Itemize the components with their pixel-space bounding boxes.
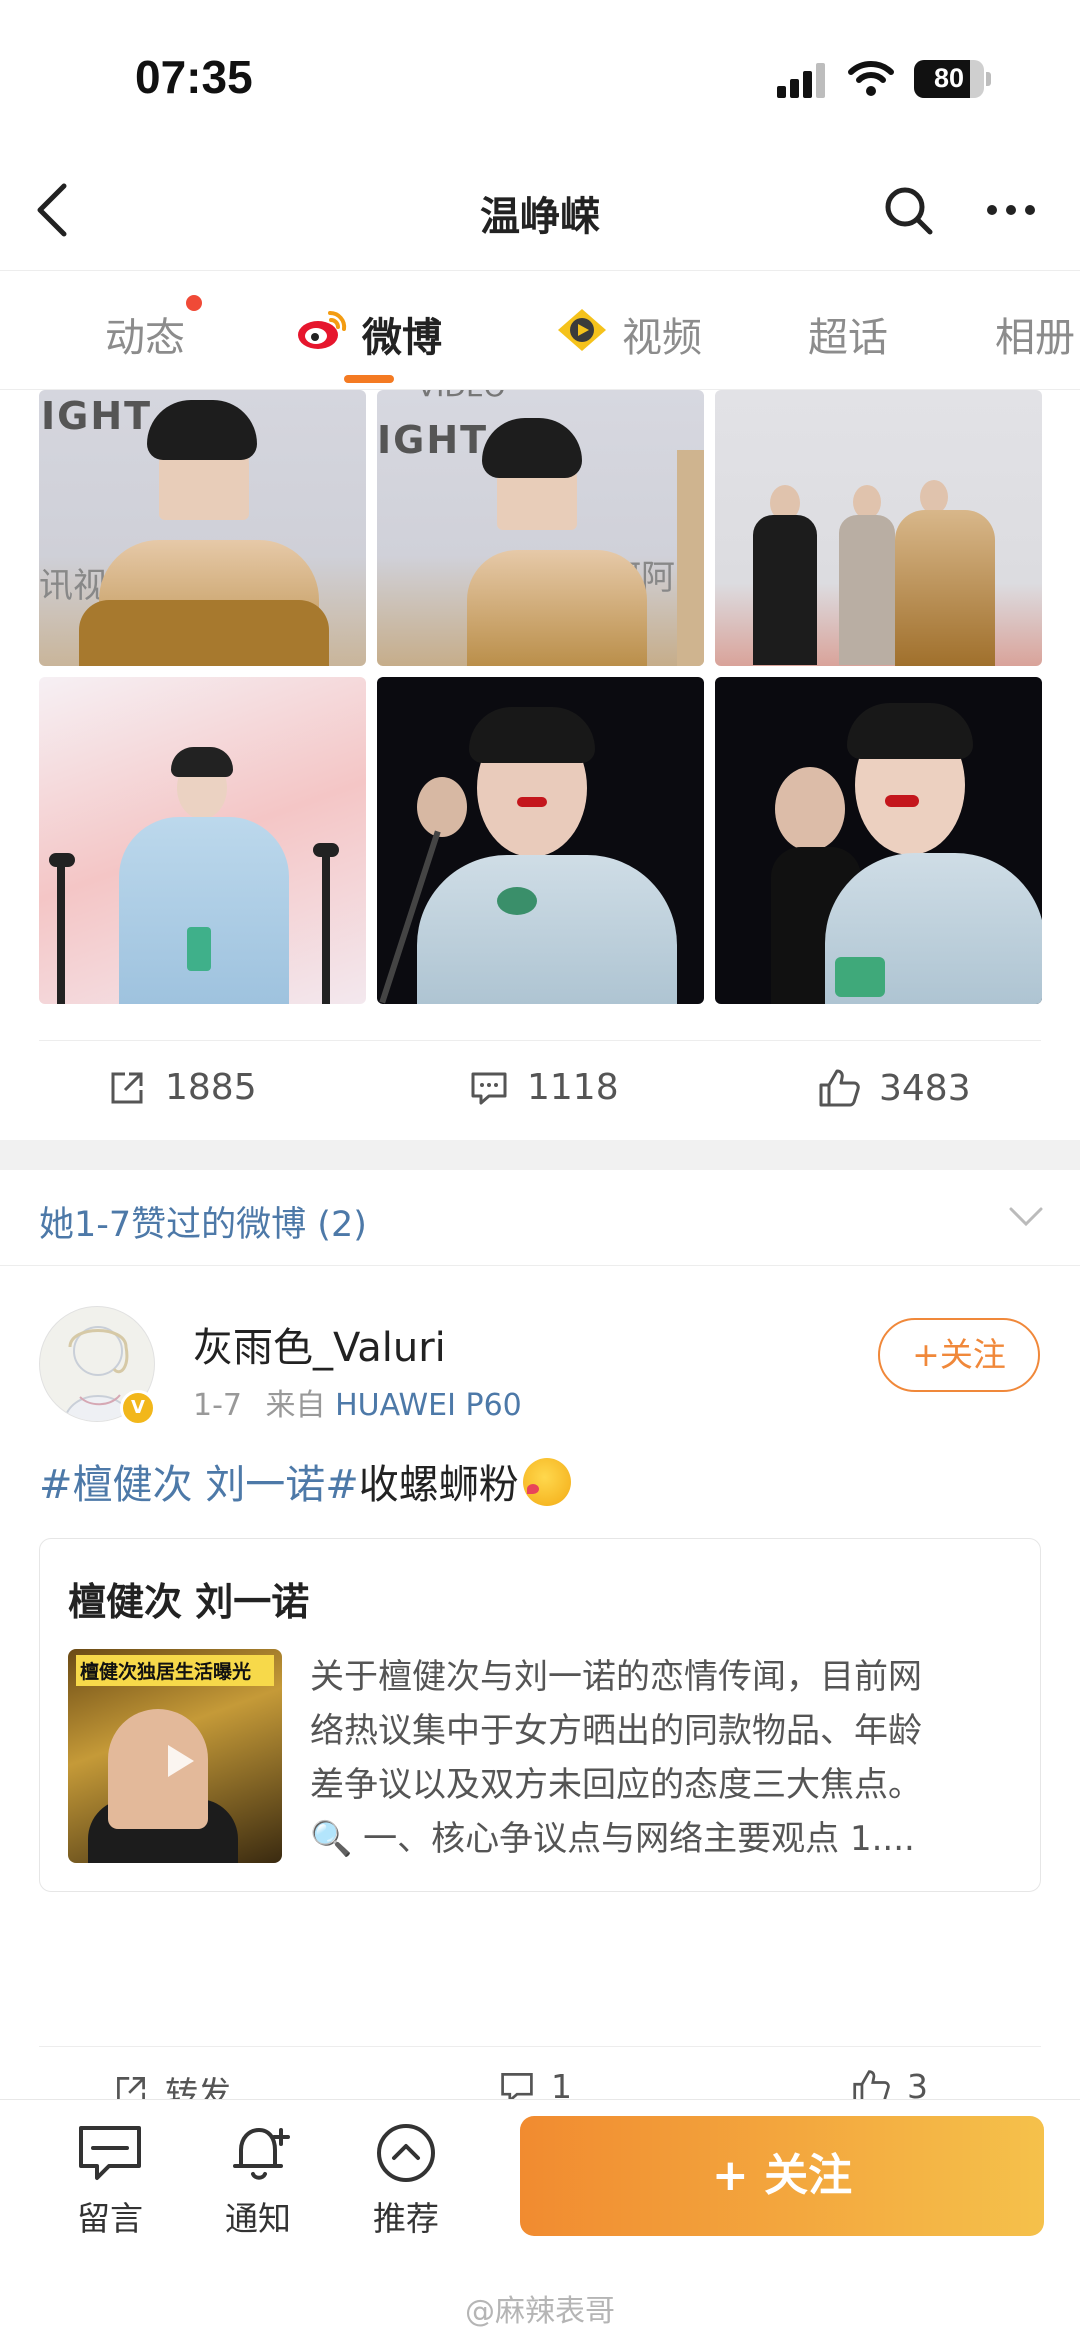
- post-action-bar: 1885 1118 3483: [39, 1040, 1041, 1135]
- search-icon[interactable]: [882, 184, 934, 236]
- notify-label: 通知: [225, 2199, 291, 2238]
- post-body: 收螺蛳粉: [358, 1462, 519, 1508]
- notify-button[interactable]: 通知: [203, 2122, 313, 2240]
- repost-button[interactable]: 1885: [107, 1067, 257, 1108]
- post-meta: 1-7 来自 HUAWEI P60: [193, 1380, 522, 1424]
- thumb-caption: 檀健次独居生活曝光: [76, 1655, 274, 1686]
- cellular-signal-icon: [777, 63, 825, 98]
- chevron-up-circle-icon: [377, 2124, 435, 2182]
- more-icon[interactable]: [984, 190, 1038, 230]
- photo-3[interactable]: [715, 390, 1042, 666]
- comment-icon: [471, 1072, 507, 1104]
- like-count: 3483: [879, 1067, 971, 1109]
- bell-plus-icon: [233, 2128, 290, 2180]
- follow-button[interactable]: + 关注: [520, 2116, 1044, 2236]
- post-device[interactable]: HUAWEI P60: [335, 1388, 522, 1423]
- post-text: #檀健次 刘一诺#收螺蛳粉: [39, 1452, 571, 1510]
- photo-1-sign: IGHT: [41, 394, 153, 438]
- tab-video[interactable]: 视频: [622, 305, 702, 363]
- watermark: @麻辣表哥: [465, 2294, 615, 2329]
- bottom-bar: 留言 通知 推荐 + 关注 @麻辣表哥: [0, 2099, 1080, 2341]
- recommend-label: 推荐: [373, 2199, 439, 2238]
- profile-tabs: 动态 微博 视频 超话 相册: [0, 270, 1080, 390]
- topic-card-thumbnail[interactable]: 檀健次独居生活曝光: [68, 1649, 282, 1863]
- recommend-button[interactable]: 推荐: [351, 2122, 461, 2240]
- topic-card-line-3: 差争议以及双方未回应的态度三大焦点。: [310, 1765, 922, 1805]
- message-button[interactable]: 留言: [55, 2122, 165, 2240]
- status-bar: 07:35 80: [0, 0, 1080, 150]
- photo-1[interactable]: IGHT 讯视频: [39, 390, 366, 666]
- photo-6[interactable]: [715, 677, 1042, 1004]
- photo-5[interactable]: [377, 677, 704, 1004]
- follow-user-button[interactable]: +关注: [878, 1318, 1040, 1392]
- like-button[interactable]: 3483: [817, 1067, 971, 1109]
- tab-album[interactable]: 相册: [995, 305, 1075, 363]
- repost-icon: [111, 1072, 143, 1103]
- comment-count: 1118: [527, 1067, 619, 1108]
- message-icon: [79, 2126, 141, 2180]
- notification-dot: [186, 295, 202, 311]
- status-time: 07:35: [135, 51, 253, 103]
- section-divider: [0, 1140, 1080, 1170]
- photo-4[interactable]: [39, 677, 366, 1004]
- message-label: 留言: [77, 2199, 143, 2238]
- post-date: 1-7: [193, 1388, 242, 1423]
- nav-bar: 温峥嵘: [0, 150, 1080, 270]
- liked-posts-header[interactable]: 她1-7赞过的微博 (2): [0, 1170, 1080, 1266]
- liked-post-action-bar: 转发 1 3: [39, 2046, 1041, 2106]
- battery-tip: [986, 72, 991, 86]
- play-icon: [168, 1745, 194, 1777]
- active-tab-indicator: [344, 375, 394, 383]
- comment-button[interactable]: 1118: [469, 1067, 619, 1108]
- kiss-emoji-icon: [522, 1458, 571, 1506]
- photo-2[interactable]: VIDEO IGHT 2 阿阿: [377, 390, 704, 666]
- wifi-icon: [848, 61, 894, 96]
- verified-badge-icon: V: [120, 1390, 156, 1426]
- thumbs-up-icon: [819, 1069, 860, 1107]
- topic-card-line-4: 🔍 一、核心争议点与网络主要观点 1....: [310, 1819, 915, 1859]
- tab-super-topic[interactable]: 超话: [808, 305, 888, 363]
- topic-card-line-1: 关于檀健次与刘一诺的恋情传闻，目前网: [310, 1657, 922, 1697]
- topic-card-title: 檀健次 刘一诺: [68, 1580, 310, 1624]
- tab-dynamic[interactable]: 动态: [105, 305, 185, 363]
- post-username[interactable]: 灰雨色_Valuri: [193, 1315, 446, 1373]
- topic-card[interactable]: 檀健次 刘一诺 檀健次独居生活曝光 关于檀健次与刘一诺的恋情传闻，目前网 络热议…: [39, 1538, 1041, 1892]
- topic-card-line-2: 络热议集中于女方晒出的同款物品、年龄: [310, 1711, 922, 1751]
- battery-icon: 80: [914, 60, 984, 98]
- weibo-logo-icon: [298, 310, 347, 349]
- chevron-down-icon: [1009, 1207, 1043, 1227]
- post-source-prefix: 来自: [265, 1388, 326, 1423]
- repost-count: 1885: [165, 1067, 257, 1108]
- liked-posts-title: 她1-7赞过的微博 (2): [39, 1205, 367, 1245]
- battery-level: 80: [933, 63, 965, 93]
- tab-weibo[interactable]: 微博: [362, 305, 442, 363]
- post-hashtag[interactable]: #檀健次 刘一诺#: [39, 1462, 359, 1508]
- video-tab-icon: [558, 309, 606, 351]
- photo-2-sign-top: VIDEO: [417, 390, 506, 403]
